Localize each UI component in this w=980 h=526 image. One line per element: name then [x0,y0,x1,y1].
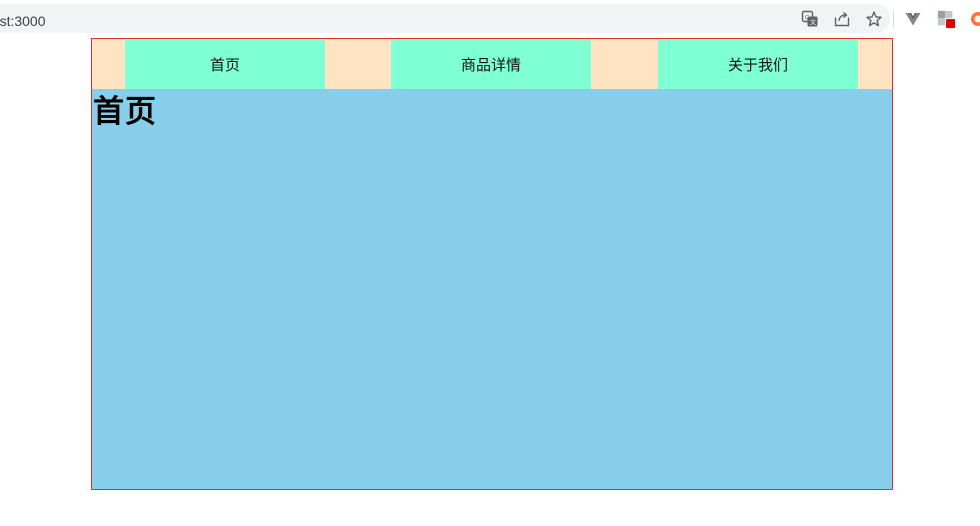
translate-icon[interactable]: G 文 [800,9,820,29]
nav-item-home[interactable]: 首页 [125,39,325,89]
nav-item-label: 商品详情 [460,55,521,74]
extension-badge-icon[interactable] [966,9,980,29]
toolbar-divider [893,10,894,28]
nav-item-product-details[interactable]: 商品详情 [391,39,591,89]
browser-toolbar: nost:3000 G 文 [0,0,980,37]
nav-item-label: 首页 [209,55,240,74]
share-icon[interactable] [832,9,852,29]
address-bar[interactable]: nost:3000 [0,4,890,33]
nav-item-label: 关于我们 [727,55,788,74]
vue-devtools-icon[interactable] [903,9,923,29]
star-icon[interactable] [864,9,884,29]
page-title: 首页 [93,94,157,130]
app-container: 首页 商品详情 关于我们 首页 [91,38,893,490]
extension-icon[interactable] [936,9,956,29]
address-text: nost:3000 [0,13,46,29]
nav-item-about-us[interactable]: 关于我们 [658,39,858,89]
top-nav: 首页 商品详情 关于我们 [92,39,892,89]
svg-text:文: 文 [810,19,816,27]
